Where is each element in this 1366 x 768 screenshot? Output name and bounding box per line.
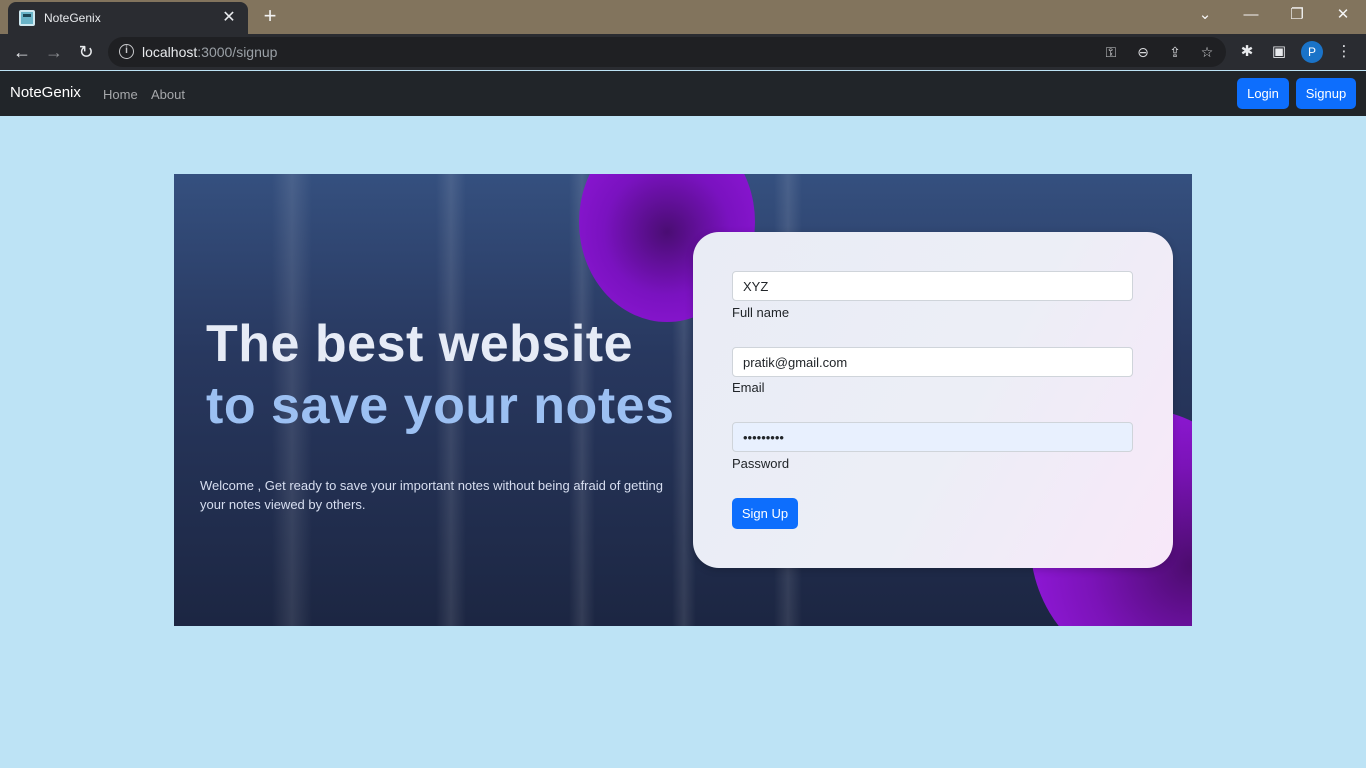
email-label: Email bbox=[732, 380, 765, 395]
reload-icon[interactable]: ↻ bbox=[73, 39, 99, 65]
browser-menu-icon[interactable]: ⋮ bbox=[1333, 41, 1355, 63]
sign-up-submit-button[interactable]: Sign Up bbox=[732, 498, 798, 529]
brand-logo[interactable]: NoteGenix bbox=[10, 84, 81, 101]
extensions-icon[interactable]: ✱ bbox=[1236, 41, 1258, 63]
fullname-label: Full name bbox=[732, 305, 790, 320]
welcome-text: Welcome , Get ready to save your importa… bbox=[200, 478, 663, 512]
bookmark-star-icon[interactable]: ☆ bbox=[1197, 42, 1217, 62]
window-close-icon[interactable]: ✕ bbox=[1328, 4, 1358, 28]
profile-avatar[interactable]: P bbox=[1301, 41, 1323, 63]
fullname-input[interactable] bbox=[732, 271, 1133, 301]
browser-toolbar: ← → ↻ i localhost:3000/signup ⚿ ⊖ ⇪ ☆ ✱ … bbox=[0, 34, 1366, 70]
address-bar[interactable]: i localhost:3000/signup ⚿ ⊖ ⇪ ☆ bbox=[108, 37, 1226, 67]
forward-icon[interactable]: → bbox=[41, 39, 67, 65]
browser-tab[interactable]: NoteGenix ✕ bbox=[8, 2, 248, 34]
share-icon[interactable]: ⇪ bbox=[1165, 42, 1185, 62]
tab-title: NoteGenix bbox=[44, 11, 101, 25]
headline-line-2: to save your notes bbox=[206, 377, 675, 435]
password-input[interactable] bbox=[732, 422, 1133, 452]
tab-search-icon[interactable]: ⌄ bbox=[1190, 4, 1220, 28]
login-button[interactable]: Login bbox=[1237, 78, 1289, 109]
signup-button[interactable]: Signup bbox=[1296, 78, 1356, 109]
tab-close-icon[interactable]: ✕ bbox=[220, 9, 238, 27]
zoom-icon[interactable]: ⊖ bbox=[1133, 42, 1153, 62]
site-info-icon[interactable]: i bbox=[119, 44, 134, 59]
favicon-icon bbox=[19, 10, 35, 26]
headline-line-1: The best website bbox=[206, 315, 633, 373]
nav-link-home[interactable]: Home bbox=[103, 87, 138, 102]
key-icon[interactable]: ⚿ bbox=[1101, 42, 1121, 62]
signup-form-card: Full name Email Password Sign Up bbox=[693, 232, 1173, 568]
restore-icon[interactable]: ❐ bbox=[1282, 4, 1312, 28]
url-text: localhost:3000/signup bbox=[142, 44, 278, 60]
minimize-icon[interactable]: — bbox=[1236, 4, 1266, 28]
email-input[interactable] bbox=[732, 347, 1133, 377]
hero-section: The best website to save your notes Welc… bbox=[174, 174, 1192, 626]
new-tab-icon[interactable]: + bbox=[258, 5, 282, 29]
password-label: Password bbox=[732, 456, 790, 471]
nav-link-about[interactable]: About bbox=[151, 87, 185, 102]
browser-tabstrip: NoteGenix ✕ + ⌄ — ❐ ✕ bbox=[0, 0, 1366, 34]
back-icon[interactable]: ← bbox=[9, 39, 35, 65]
side-panel-icon[interactable]: ▣ bbox=[1268, 41, 1290, 63]
app-navbar: NoteGenix Home About Login Signup bbox=[0, 71, 1366, 116]
